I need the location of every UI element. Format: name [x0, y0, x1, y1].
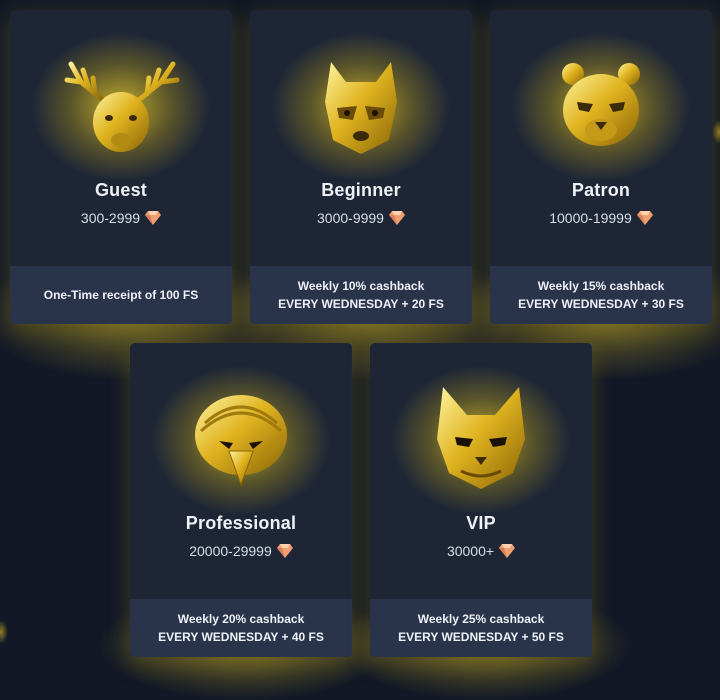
diamond-icon	[499, 544, 516, 561]
perk-line-1: One-Time receipt of 100 FS	[43, 288, 199, 302]
eagle-mask-icon	[151, 365, 331, 515]
tier-range-text: 10000-19999	[549, 210, 632, 226]
tier-range-text: 30000+	[446, 543, 495, 559]
diamond-icon	[636, 211, 653, 228]
tier-perks: Weekly 20% cashback EVERY WEDNESDAY + 40…	[130, 599, 352, 657]
diamond-icon	[388, 211, 405, 228]
tier-perks: One-Time receipt of 100 FS	[10, 266, 232, 324]
tier-points-range: 300-2999	[10, 210, 232, 228]
perk-line-2: EVERY WEDNESDAY + 30 FS	[518, 297, 684, 311]
deer-mask-icon	[31, 32, 211, 182]
tier-perks: Weekly 10% cashback EVERY WEDNESDAY + 20…	[250, 266, 472, 324]
tier-card-professional[interactable]: Professional 20000-29999 Weekly 20% cash…	[130, 343, 352, 657]
perk-line-1: Weekly 15% cashback	[537, 279, 665, 293]
tier-range-text: 20000-29999	[189, 543, 272, 559]
tier-name: Guest	[94, 180, 147, 200]
tier-card-guest[interactable]: Guest 300-2999 One-Time receipt of 100 F…	[10, 10, 232, 324]
diamond-icon	[145, 211, 162, 228]
tier-perks: Weekly 25% cashback EVERY WEDNESDAY + 50…	[370, 599, 592, 657]
tier-card-patron[interactable]: Patron 10000-19999 Weekly 15% cashback E…	[490, 10, 712, 324]
cat-mask-icon	[391, 365, 571, 515]
diamond-icon	[276, 544, 293, 561]
perk-line-1: Weekly 10% cashback	[297, 279, 425, 293]
tier-points-range: 3000-9999	[250, 210, 472, 228]
tier-points-range: 10000-19999	[490, 210, 712, 228]
panther-mask-icon	[511, 32, 691, 182]
tier-name: VIP	[466, 513, 496, 533]
tier-name: Beginner	[321, 180, 401, 200]
raccoon-mask-icon	[271, 32, 451, 182]
tier-points-range: 30000+	[370, 543, 592, 561]
tier-card-beginner[interactable]: Beginner 3000-9999 Weekly 10% cashback E…	[250, 10, 472, 324]
edge-decoration	[0, 620, 8, 644]
tier-name: Professional	[185, 513, 297, 533]
tier-name: Patron	[571, 180, 631, 200]
perk-line-1: Weekly 25% cashback	[417, 612, 545, 626]
tier-perks: Weekly 15% cashback EVERY WEDNESDAY + 30…	[490, 266, 712, 324]
tier-range-text: 300-2999	[80, 210, 141, 226]
edge-decoration	[712, 120, 720, 144]
tier-card-vip[interactable]: VIP 30000+ Weekly 25% cashback EVERY WED…	[370, 343, 592, 657]
perk-line-2: EVERY WEDNESDAY + 20 FS	[278, 297, 444, 311]
perk-line-1: Weekly 20% cashback	[177, 612, 305, 626]
perk-line-2: EVERY WEDNESDAY + 50 FS	[398, 630, 564, 644]
tier-points-range: 20000-29999	[130, 543, 352, 561]
perk-line-2: EVERY WEDNESDAY + 40 FS	[158, 630, 324, 644]
tier-range-text: 3000-9999	[317, 210, 384, 226]
